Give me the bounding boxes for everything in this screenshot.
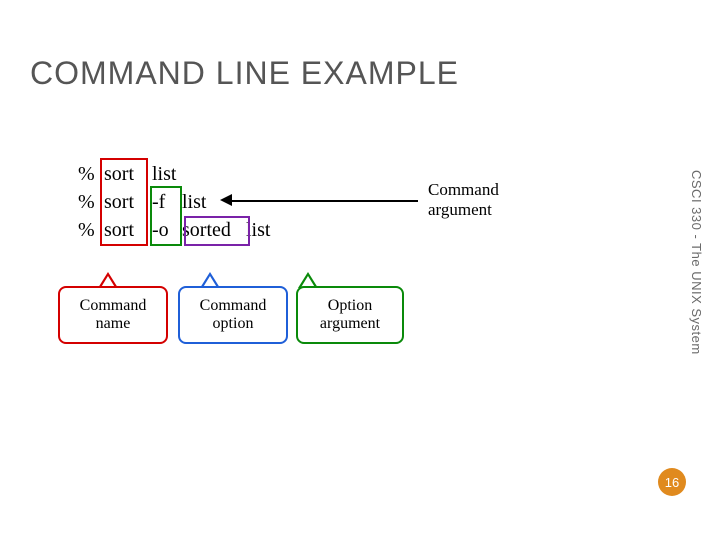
page-number-badge: 16 [658,468,686,496]
slide: COMMAND LINE EXAMPLE % sort list % sort … [0,0,720,540]
arrow-head-icon [220,194,232,206]
callout-command-name: Command name [58,286,168,344]
command-arg-text: list [179,188,243,216]
highlight-command-name [100,158,148,246]
callout-command-option-text: Command option [200,297,267,333]
callout-option-argument: Option argument [296,286,404,344]
prompt-symbol: % [75,160,101,188]
arrow-line [230,200,418,202]
highlight-option-argument [184,216,250,246]
highlight-command-option [150,186,182,246]
page-number: 16 [665,475,679,490]
prompt-symbol: % [75,216,101,244]
prompt-symbol: % [75,188,101,216]
callout-command-option: Command option [178,286,288,344]
slide-title: COMMAND LINE EXAMPLE [30,55,459,92]
label-command-argument: Command argument [428,180,499,220]
callout-command-name-text: Command name [80,297,147,333]
label-command-argument-line1: Command argument [428,180,499,219]
callout-option-argument-text: Option argument [320,297,380,333]
course-label: CSCI 330 - The UNIX System [689,170,704,355]
command-arg-text: list [149,160,213,188]
